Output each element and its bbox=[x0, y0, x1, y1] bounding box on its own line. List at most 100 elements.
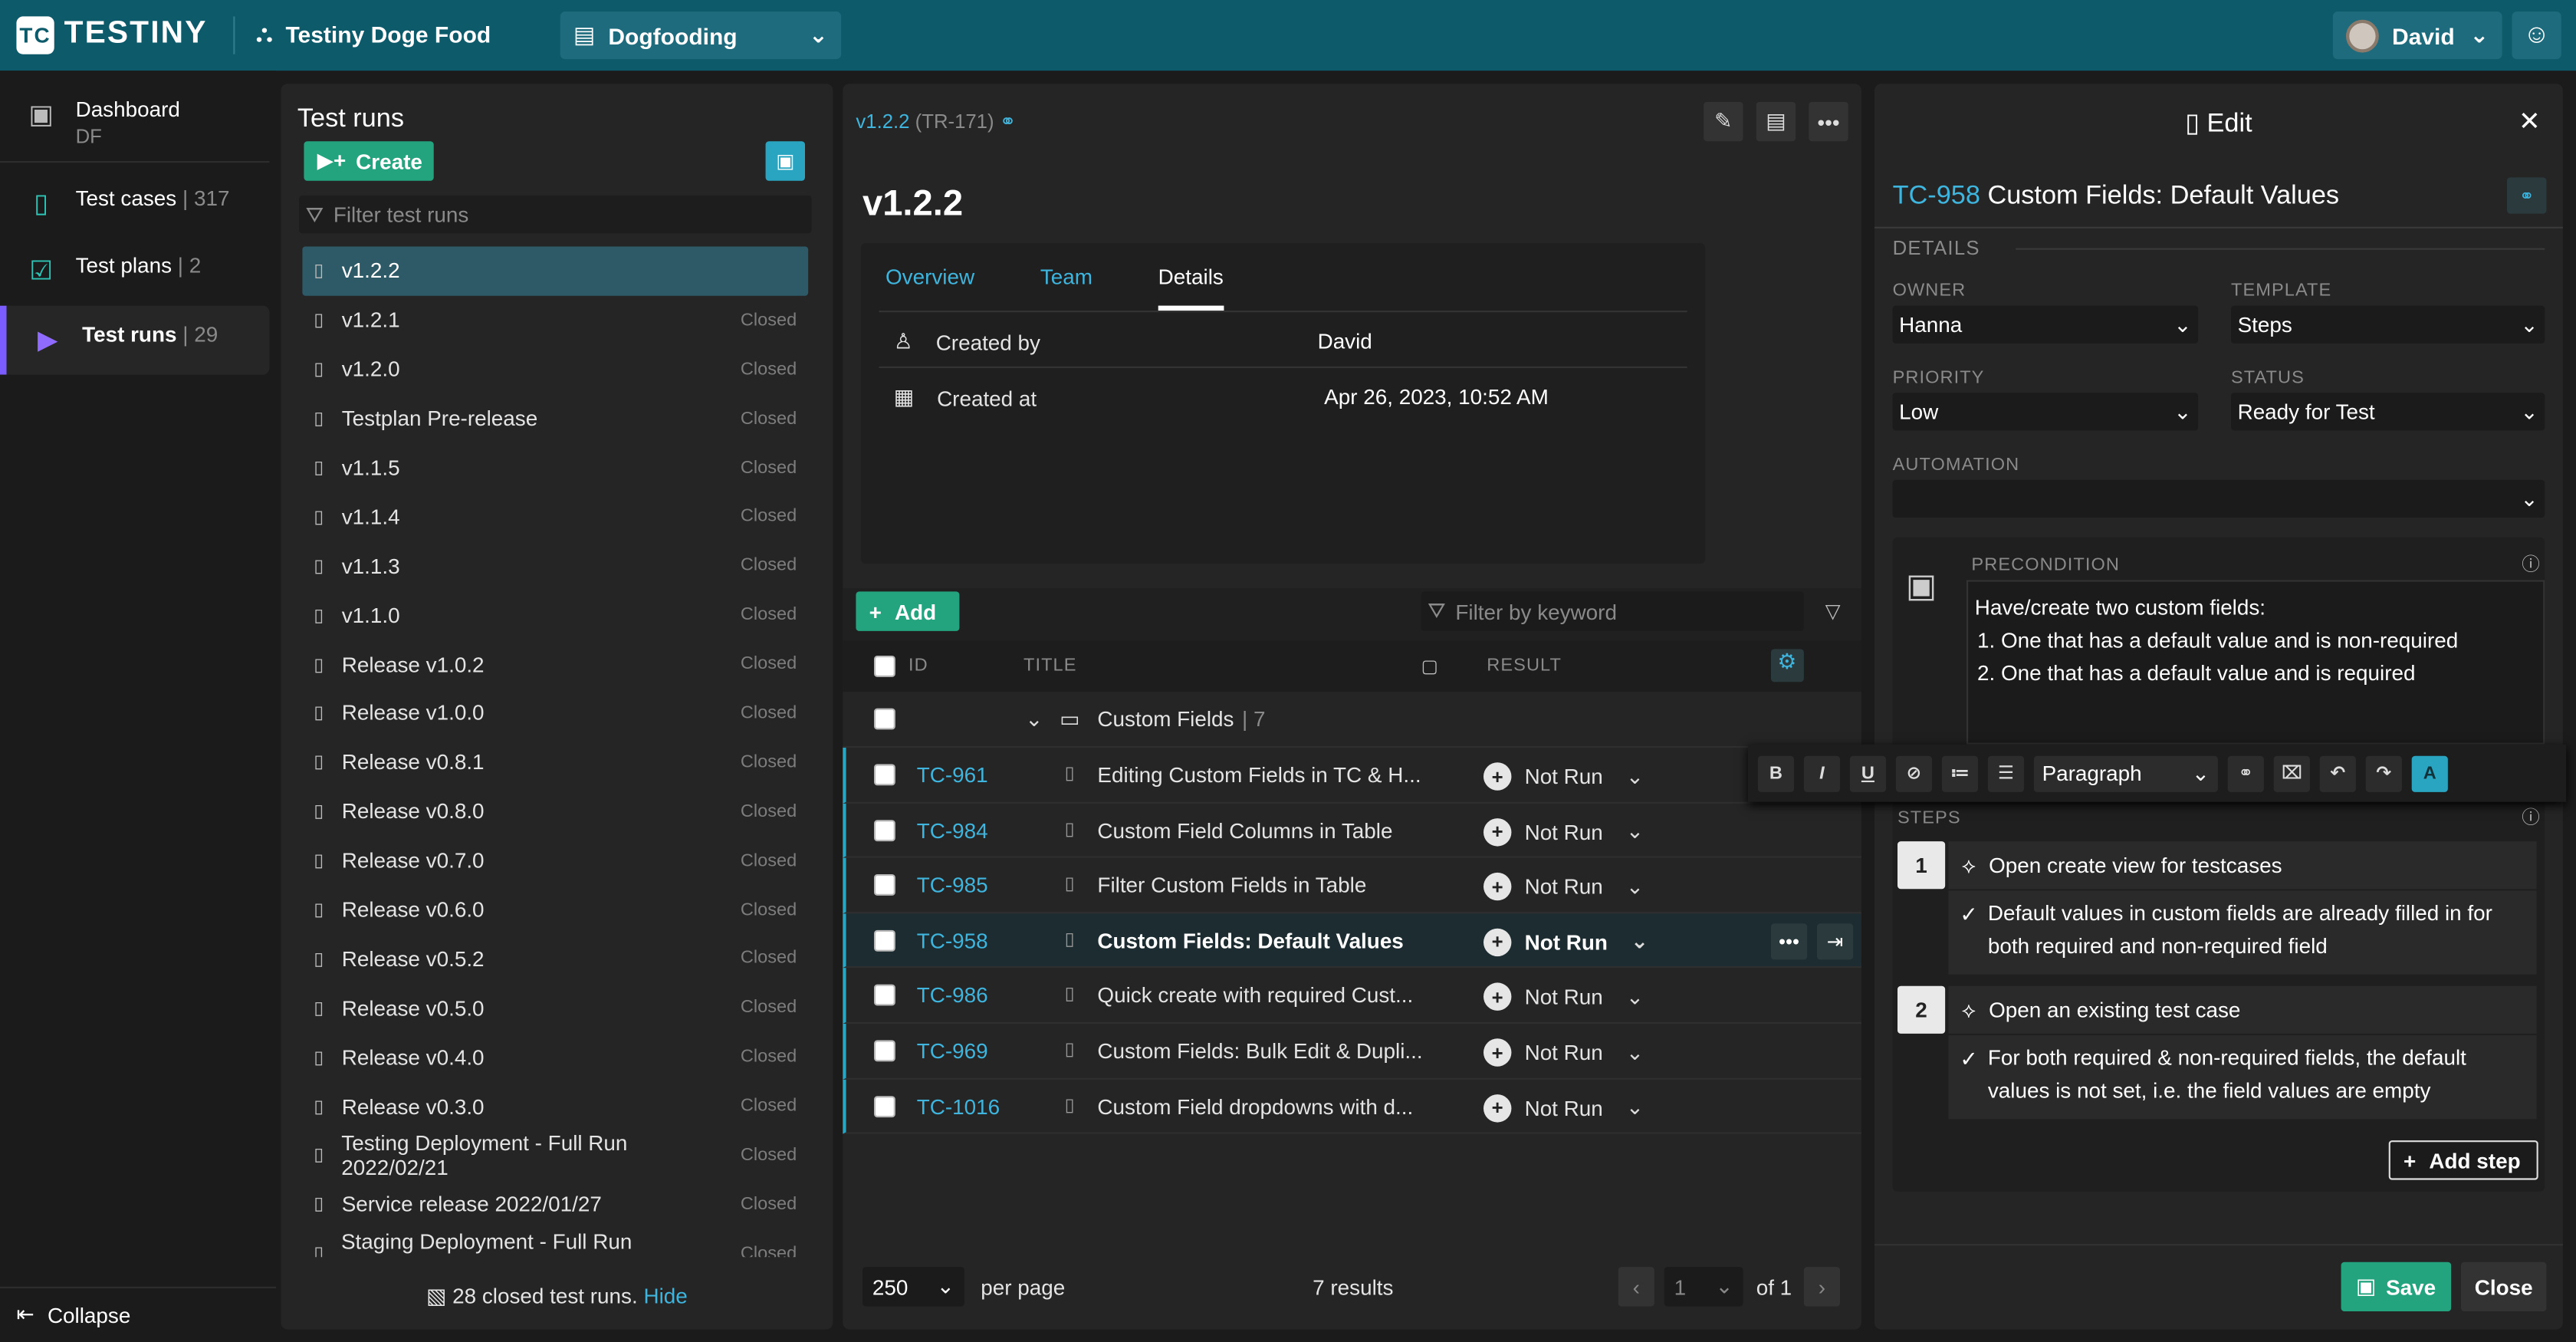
undo-icon[interactable]: ↶ bbox=[2319, 755, 2356, 791]
funnel-icon[interactable]: ▽ bbox=[1825, 600, 1841, 623]
priority-select[interactable]: Low ⌄ bbox=[1892, 393, 2199, 431]
clipboard-settings-icon[interactable]: ▤ bbox=[1756, 101, 1796, 142]
next-page-button[interactable]: › bbox=[1803, 1267, 1840, 1307]
run-list-item[interactable]: ▯ v1.1.3 Closed bbox=[302, 541, 808, 590]
case-title[interactable]: Custom Fields: Default Values bbox=[1097, 928, 1426, 952]
result-select[interactable]: + Not Run ⌄ bbox=[1483, 1094, 1644, 1122]
run-list-item[interactable]: ▯ Release v0.4.0 Closed bbox=[302, 1032, 808, 1081]
bold-button[interactable]: B bbox=[1757, 755, 1794, 791]
sidebar-item-test-plans[interactable]: ☑ Test plans | 2 bbox=[0, 237, 269, 306]
clear-format-icon[interactable]: ⊘ bbox=[1895, 755, 1932, 791]
edit-pencil-icon[interactable]: ✎ bbox=[1704, 101, 1743, 142]
ordered-list-icon[interactable]: ≔ bbox=[1941, 755, 1978, 791]
row-checkbox[interactable] bbox=[874, 1040, 895, 1062]
run-breadcrumb[interactable]: v1.2.2 (TR-171) ⚭ bbox=[856, 110, 1016, 133]
open-panel-icon[interactable]: ⇥ bbox=[1817, 923, 1854, 959]
case-title[interactable]: Custom Field Columns in Table bbox=[1097, 817, 1426, 842]
run-list-item[interactable]: ▯ Release v0.8.1 Closed bbox=[302, 738, 808, 787]
tab-team[interactable]: Team bbox=[1040, 261, 1092, 311]
step-result[interactable]: ✓ Default values in custom fields are alr… bbox=[1948, 890, 2537, 975]
link-icon[interactable]: ⚭ bbox=[2227, 755, 2264, 791]
result-select[interactable]: + Not Run ⌄ bbox=[1483, 928, 1648, 956]
result-select[interactable]: + Not Run ⌄ bbox=[1483, 873, 1644, 901]
case-id[interactable]: TC-958 bbox=[917, 928, 988, 952]
row-checkbox[interactable] bbox=[874, 764, 895, 786]
space-dropdown[interactable]: ▤ Dogfooding ⌄ bbox=[560, 12, 842, 60]
collapse-button[interactable]: ⇤ Collapse bbox=[16, 1301, 130, 1327]
prev-page-button[interactable]: ‹ bbox=[1618, 1267, 1654, 1307]
tab-overview[interactable]: Overview bbox=[886, 261, 974, 311]
redo-icon[interactable]: ↷ bbox=[2365, 755, 2402, 791]
hide-link[interactable]: Hide bbox=[643, 1284, 687, 1308]
text-color-icon[interactable]: A bbox=[2411, 755, 2448, 791]
select-all-checkbox[interactable] bbox=[874, 656, 895, 677]
result-select[interactable]: + Not Run ⌄ bbox=[1483, 1038, 1644, 1067]
gear-icon[interactable]: ⚙ bbox=[1771, 649, 1804, 683]
column-header-title[interactable]: TITLE bbox=[1024, 656, 1077, 676]
page-select[interactable]: 1 ⌄ bbox=[1664, 1267, 1743, 1307]
filter-keyword-input[interactable]: ⛛ Filter by keyword bbox=[1421, 591, 1804, 631]
table-row[interactable]: TC-1016 ▯ Custom Field dropdowns with d...… bbox=[843, 1078, 1861, 1134]
step-result[interactable]: ✓ For both required & non-required fields… bbox=[1948, 1035, 2537, 1120]
sidebar-item-test-cases[interactable]: ▯ Test cases | 317 bbox=[0, 169, 269, 238]
close-button[interactable]: Close bbox=[2461, 1261, 2547, 1311]
case-title[interactable]: Custom Field dropdowns with d... bbox=[1097, 1094, 1426, 1118]
run-list-item[interactable]: ▯ v1.1.5 Closed bbox=[302, 443, 808, 492]
run-list-item[interactable]: ▯ Release v1.0.2 Closed bbox=[302, 640, 808, 689]
case-title[interactable]: Quick create with required Cust... bbox=[1097, 983, 1426, 1008]
more-icon[interactable]: ••• bbox=[1771, 923, 1808, 959]
template-select[interactable]: Steps ⌄ bbox=[2231, 305, 2545, 344]
table-row[interactable]: TC-969 ▯ Custom Fields: Bulk Edit & Dupli.… bbox=[843, 1024, 1861, 1079]
step-action[interactable]: ⟡ Open an existing test case bbox=[1948, 985, 2537, 1034]
row-checkbox[interactable] bbox=[874, 985, 895, 1007]
column-header-result[interactable]: RESULT bbox=[1487, 656, 1562, 676]
run-list-item[interactable]: ▯ Release v0.8.0 Closed bbox=[302, 787, 808, 836]
case-id[interactable]: TC-984 bbox=[917, 817, 988, 842]
run-list-item[interactable]: ▯ Release v0.7.0 Closed bbox=[302, 836, 808, 885]
automation-select[interactable]: ⌄ bbox=[1892, 479, 2545, 518]
case-id[interactable]: TC-1016 bbox=[917, 1094, 1000, 1118]
underline-button[interactable]: U bbox=[1849, 755, 1886, 791]
result-select[interactable]: + Not Run ⌄ bbox=[1483, 762, 1644, 791]
add-step-button[interactable]: + Add step bbox=[2388, 1140, 2538, 1180]
brand[interactable]: TC TESTINY bbox=[16, 15, 207, 54]
close-icon[interactable]: ✕ bbox=[2518, 105, 2541, 138]
row-checkbox[interactable] bbox=[874, 819, 895, 841]
project-switcher[interactable]: ⛬ Testiny Doge Food bbox=[256, 20, 491, 48]
filter-runs-input[interactable]: ⛛ Filter test runs bbox=[299, 195, 812, 234]
status-select[interactable]: Ready for Test ⌄ bbox=[2231, 393, 2545, 431]
info-icon[interactable]: ⓘ bbox=[2522, 804, 2541, 830]
run-list-item[interactable]: ▯ Release v0.5.0 Closed bbox=[302, 983, 808, 1032]
run-list-item[interactable]: ▯ Release v0.6.0 Closed bbox=[302, 885, 808, 934]
folder-row[interactable]: ⌄ ▭ Custom Fields | 7 bbox=[843, 692, 1861, 748]
case-id[interactable]: TC-958 bbox=[1893, 183, 1980, 210]
result-select[interactable]: + Not Run ⌄ bbox=[1483, 817, 1644, 846]
row-checkbox[interactable] bbox=[874, 1095, 895, 1117]
user-menu[interactable]: David ⌄ bbox=[2332, 12, 2502, 60]
result-select[interactable]: + Not Run ⌄ bbox=[1483, 983, 1644, 1011]
paragraph-select[interactable]: Paragraph ⌄ bbox=[2033, 755, 2218, 791]
save-button[interactable]: ▣ Save bbox=[2341, 1261, 2452, 1311]
link-icon[interactable]: ⚭ bbox=[2507, 177, 2547, 214]
row-checkbox[interactable] bbox=[874, 874, 895, 896]
run-list-item[interactable]: ▯ Release v1.0.0 Closed bbox=[302, 689, 808, 738]
case-id[interactable]: TC-969 bbox=[917, 1038, 988, 1063]
case-title[interactable]: Custom Fields: Bulk Edit & Dupli... bbox=[1097, 1038, 1426, 1063]
column-header-id[interactable]: ID bbox=[909, 656, 928, 676]
add-button[interactable]: + Add bbox=[856, 591, 960, 631]
table-row[interactable]: TC-984 ▯ Custom Field Columns in Table + Not… bbox=[843, 802, 1861, 858]
run-list-item[interactable]: ▯ v1.2.0 Closed bbox=[302, 345, 808, 394]
step-number[interactable]: 2 bbox=[1898, 985, 1946, 1034]
case-id[interactable]: TC-986 bbox=[917, 983, 988, 1008]
tab-details[interactable]: Details bbox=[1158, 261, 1224, 311]
run-list-item[interactable]: ▯ Service release 2022/01/27 Closed bbox=[302, 1179, 808, 1229]
run-list-item[interactable]: ▯ v1.1.0 Closed bbox=[302, 590, 808, 640]
run-list-item[interactable]: ▯ Testplan Pre-release Closed bbox=[302, 394, 808, 443]
unlink-icon[interactable]: ⌧ bbox=[2273, 755, 2310, 791]
run-list-item[interactable]: ▯ Testing Deployment - Full Run 2022/02/2… bbox=[302, 1130, 808, 1179]
italic-button[interactable]: I bbox=[1803, 755, 1840, 791]
case-id[interactable]: TC-985 bbox=[917, 873, 988, 897]
create-button[interactable]: ▶+ Create bbox=[304, 141, 434, 181]
run-list-item[interactable]: ▯ Release v0.3.0 Closed bbox=[302, 1081, 808, 1130]
feedback-smile-icon[interactable]: ☺ bbox=[2512, 12, 2561, 60]
